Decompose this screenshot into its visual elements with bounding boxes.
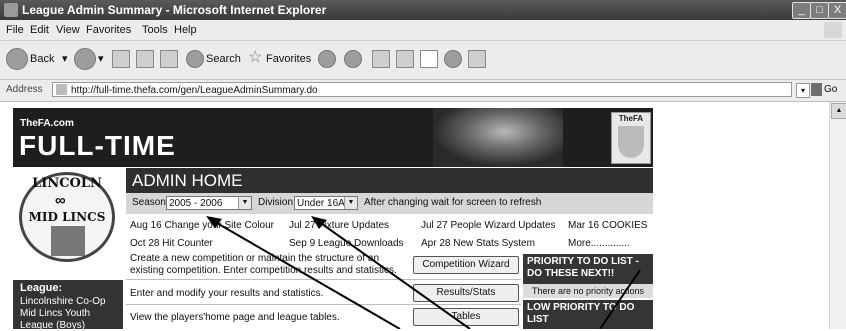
annotation-arrows: [206, 216, 641, 329]
arrow-head-icon: [311, 216, 327, 229]
arrow-line-priority: [599, 269, 641, 329]
arrow-line-division: [314, 218, 471, 329]
arrow-head-icon: [206, 216, 222, 228]
arrow-line-season: [209, 218, 401, 329]
